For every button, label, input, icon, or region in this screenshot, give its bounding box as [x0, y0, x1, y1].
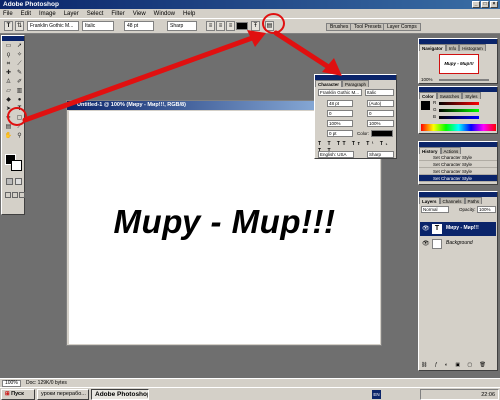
annotation-arrow-1 [22, 34, 258, 123]
annotation-arrows [22, 30, 342, 123]
annotation-arrow-2 [273, 30, 333, 71]
